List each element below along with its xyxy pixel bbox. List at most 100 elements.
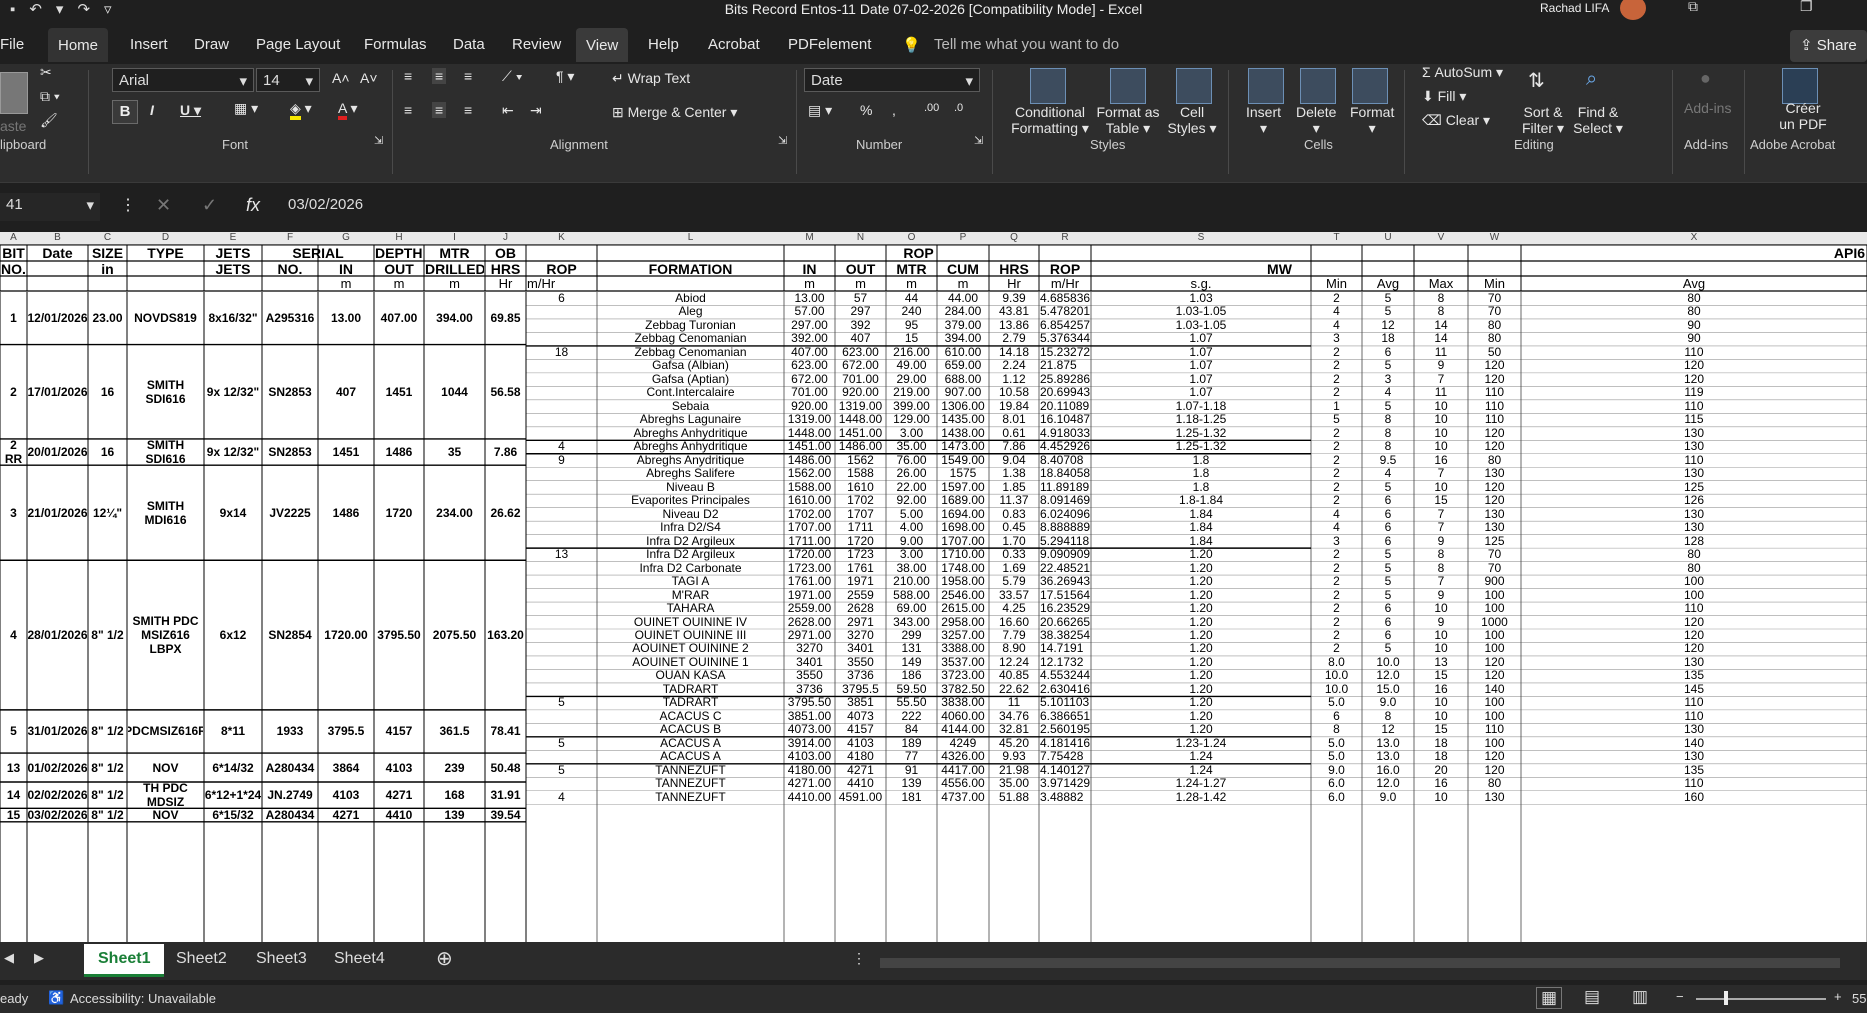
- horizontal-scrollbar[interactable]: [880, 958, 1840, 968]
- right-row-cell[interactable]: 2.24: [990, 359, 1038, 372]
- right-row-cell[interactable]: [527, 494, 596, 507]
- left-row-cell[interactable]: 8" 1/2: [89, 560, 126, 710]
- right-row-cell[interactable]: 1971: [836, 575, 885, 588]
- right-row-cell[interactable]: 22.00: [887, 481, 936, 494]
- right-row-cell[interactable]: 130: [1522, 521, 1866, 534]
- right-row-cell[interactable]: 10: [1415, 440, 1467, 453]
- right-row-cell[interactable]: 1710.00: [938, 548, 988, 561]
- right-row-cell[interactable]: 299: [887, 629, 936, 642]
- right-row-cell[interactable]: 7.86: [990, 440, 1038, 453]
- right-row-cell[interactable]: 4157: [836, 723, 885, 736]
- left-row-cell[interactable]: 01/02/2026: [28, 753, 87, 782]
- right-row-cell[interactable]: 12: [1363, 723, 1413, 736]
- left-header-cell[interactable]: m: [425, 277, 484, 291]
- right-row-cell[interactable]: 1.69: [990, 562, 1038, 575]
- left-row-cell[interactable]: 3795.50: [375, 560, 423, 710]
- left-row-cell[interactable]: 5: [1, 710, 26, 753]
- right-row-cell[interactable]: 9.04: [990, 454, 1038, 467]
- right-row-cell[interactable]: 130: [1522, 440, 1866, 453]
- right-row-cell[interactable]: 15.23272: [1040, 346, 1090, 359]
- tab-home[interactable]: Home: [48, 28, 109, 62]
- right-header-cell[interactable]: ROP: [1040, 262, 1090, 277]
- right-row-cell[interactable]: 11: [990, 696, 1038, 709]
- left-row-cell[interactable]: 15: [1, 808, 26, 821]
- right-row-cell[interactable]: 4103.00: [785, 750, 834, 763]
- right-row-cell[interactable]: 8: [1363, 440, 1413, 453]
- zoom-slider-thumb[interactable]: [1724, 991, 1728, 1005]
- right-row-cell[interactable]: 120: [1469, 764, 1520, 777]
- right-row-cell[interactable]: 130: [1522, 723, 1866, 736]
- right-row-cell[interactable]: 80: [1469, 777, 1520, 790]
- right-row-cell[interactable]: 1.20: [1092, 656, 1310, 669]
- right-row-cell[interactable]: 7: [1415, 575, 1467, 588]
- left-row-cell[interactable]: A280434: [263, 753, 317, 782]
- right-row-cell[interactable]: 3: [1312, 535, 1361, 548]
- right-header-cell[interactable]: ROP: [527, 262, 596, 277]
- right-row-cell[interactable]: 1.84: [1092, 508, 1310, 521]
- format-painter-icon[interactable]: 🖌: [40, 112, 58, 129]
- right-row-cell[interactable]: 701.00: [836, 373, 885, 386]
- right-row-cell[interactable]: 0.83: [990, 508, 1038, 521]
- right-row-cell[interactable]: 120: [1522, 373, 1866, 386]
- right-row-cell[interactable]: 222: [887, 710, 936, 723]
- cancel-icon[interactable]: ✕: [156, 195, 171, 216]
- left-header-cell[interactable]: OUT: [375, 262, 423, 276]
- right-row-cell[interactable]: [527, 359, 596, 372]
- rop-title[interactable]: ROP: [526, 246, 1311, 261]
- right-row-cell[interactable]: 16.60: [990, 616, 1038, 629]
- decrease-font-icon[interactable]: A˅: [360, 70, 378, 86]
- left-row-cell[interactable]: 163.20: [486, 560, 525, 710]
- left-row-cell[interactable]: 8*11: [205, 710, 261, 753]
- right-row-cell[interactable]: 44.00: [938, 292, 988, 305]
- right-row-cell[interactable]: 1486.00: [836, 440, 885, 453]
- right-row-cell[interactable]: 9.0: [1363, 791, 1413, 804]
- right-row-cell[interactable]: 1720: [836, 535, 885, 548]
- right-row-cell[interactable]: 14: [1415, 332, 1467, 345]
- zoom-slider[interactable]: [1696, 998, 1826, 1000]
- right-row-cell[interactable]: [527, 575, 596, 588]
- right-row-cell[interactable]: 2: [1312, 616, 1361, 629]
- right-row-cell[interactable]: 12.1732: [1040, 656, 1090, 669]
- right-row-cell[interactable]: 3.48882: [1040, 791, 1090, 804]
- right-row-cell[interactable]: 8.888889: [1040, 521, 1090, 534]
- increase-decimal-icon[interactable]: .00: [924, 102, 939, 114]
- right-row-cell[interactable]: 5: [1363, 575, 1413, 588]
- right-row-cell[interactable]: 9: [1415, 535, 1467, 548]
- right-row-cell[interactable]: 1.38: [990, 467, 1038, 480]
- right-row-cell[interactable]: TANNEZUFT: [598, 764, 783, 777]
- right-row-cell[interactable]: 4103: [836, 737, 885, 750]
- worksheet-grid[interactable]: ABCDEFGHIJKLMNOPQRSTUVWX BIT Date SIZE TYPE…: [0, 232, 1867, 942]
- right-row-cell[interactable]: 2546.00: [938, 589, 988, 602]
- left-header-cell[interactable]: NO.: [1, 262, 26, 276]
- right-row-cell[interactable]: 3388.00: [938, 642, 988, 655]
- dialog-launcher-icon[interactable]: ⇲: [778, 134, 787, 147]
- right-row-cell[interactable]: 80: [1522, 305, 1866, 318]
- right-row-cell[interactable]: 10: [1415, 696, 1467, 709]
- right-row-cell[interactable]: [527, 319, 596, 332]
- right-row-cell[interactable]: 120: [1469, 750, 1520, 763]
- right-row-cell[interactable]: 4: [527, 791, 596, 804]
- right-row-cell[interactable]: 181: [887, 791, 936, 804]
- right-row-cell[interactable]: 1448.00: [836, 413, 885, 426]
- right-row-cell[interactable]: 120: [1469, 669, 1520, 682]
- right-row-cell[interactable]: 0.33: [990, 548, 1038, 561]
- right-row-cell[interactable]: 7: [1415, 373, 1467, 386]
- left-row-cell[interactable]: 1: [1, 292, 26, 345]
- right-row-cell[interactable]: 3736: [785, 683, 834, 696]
- right-row-cell[interactable]: 3.00: [887, 427, 936, 440]
- left-header-cell[interactable]: [28, 277, 87, 291]
- right-row-cell[interactable]: 13.00: [785, 292, 834, 305]
- left-header-cell[interactable]: [319, 246, 373, 261]
- left-row-cell[interactable]: 31.91: [486, 782, 525, 808]
- left-row-cell[interactable]: 8" 1/2: [89, 782, 126, 808]
- tab-splitter-icon[interactable]: ⋮: [852, 950, 866, 967]
- right-row-cell[interactable]: 120: [1469, 359, 1520, 372]
- right-row-cell[interactable]: [527, 589, 596, 602]
- right-row-cell[interactable]: [527, 750, 596, 763]
- right-row-cell[interactable]: 80: [1522, 562, 1866, 575]
- left-row-cell[interactable]: 6*15/32: [205, 808, 261, 821]
- right-row-cell[interactable]: 130: [1469, 521, 1520, 534]
- right-row-cell[interactable]: 33.57: [990, 589, 1038, 602]
- left-row-cell[interactable]: 1720: [375, 465, 423, 560]
- tab-view[interactable]: View: [576, 28, 629, 62]
